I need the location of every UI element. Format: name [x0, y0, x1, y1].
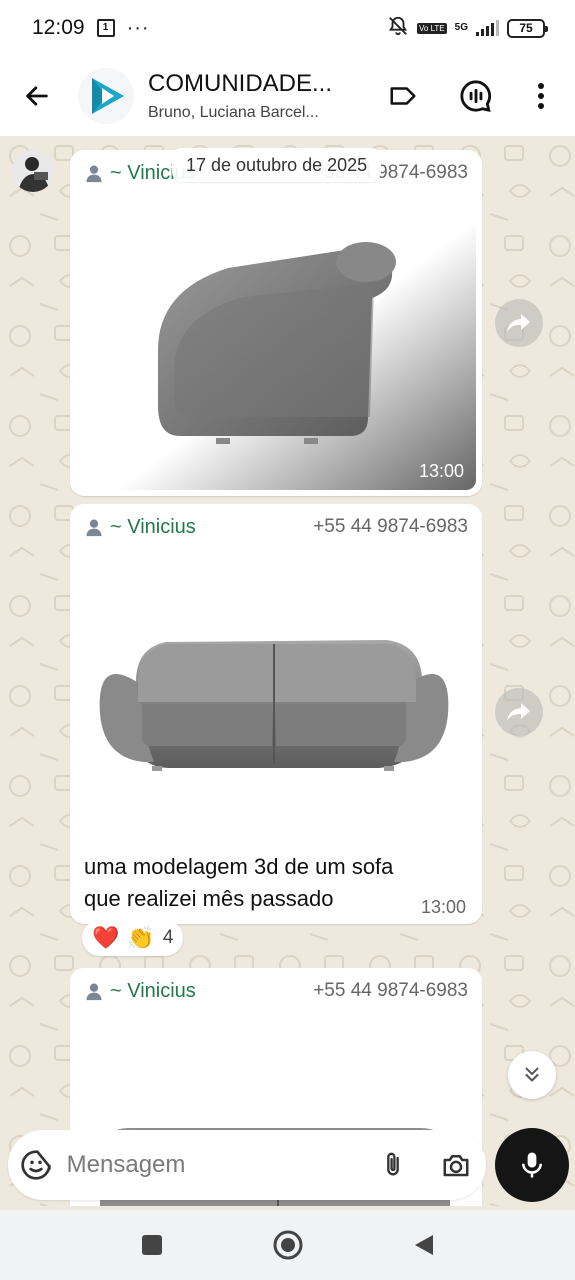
- message-input[interactable]: [66, 1151, 377, 1179]
- sofa-image: [76, 544, 476, 840]
- status-bar: 12:09 1 ··· Vo LTE 5G 75: [0, 0, 575, 56]
- message-reactions[interactable]: ❤️ 👏 4: [82, 920, 184, 956]
- armchair-image: [76, 190, 476, 490]
- sender-name[interactable]: ~ Vinicius: [84, 980, 196, 1003]
- label-tag-icon: [390, 87, 416, 105]
- group-members: Bruno, Luciana Barcel...: [148, 104, 319, 121]
- message-caption: uma modelagem 3d de um sofa que realizei…: [84, 854, 394, 911]
- forward-icon: [507, 314, 530, 332]
- media-image[interactable]: [76, 544, 476, 840]
- message-time: 13:00: [418, 461, 464, 481]
- reaction-count: 4: [162, 927, 174, 948]
- sender-avatar[interactable]: [12, 150, 54, 192]
- double-chevron-down-icon: [525, 1067, 539, 1082]
- square-icon: [141, 1235, 162, 1255]
- back-nav-button[interactable]: [404, 1225, 444, 1265]
- recents-button[interactable]: [132, 1225, 172, 1265]
- home-button[interactable]: [268, 1225, 308, 1265]
- circle-icon: [273, 1230, 302, 1260]
- battery-icon: 75: [507, 18, 548, 38]
- heart-reaction-icon: ❤️: [92, 925, 120, 951]
- person-icon: [86, 519, 102, 537]
- sticker-button[interactable]: [20, 1143, 53, 1187]
- camera-icon: [443, 1155, 469, 1177]
- sender-phone: +55 44 9874-6983: [313, 980, 468, 1001]
- triangle-back-icon: [414, 1235, 433, 1255]
- attach-button[interactable]: [377, 1143, 410, 1187]
- paperclip-icon: [387, 1152, 399, 1176]
- sender-name[interactable]: ~ Vinicius: [84, 516, 196, 539]
- scroll-to-bottom-button[interactable]: [508, 1051, 556, 1099]
- forward-button[interactable]: [495, 299, 543, 347]
- person-icon: [86, 165, 102, 183]
- message-bubble[interactable]: ~ Vinicius +55 44 9874-6983: [70, 504, 482, 924]
- date-chip: 17 de outubro de 2025: [172, 148, 382, 182]
- message-time: 13:00: [420, 897, 466, 917]
- more-notifications-icon: ···: [126, 16, 150, 39]
- sticker-icon: [21, 1150, 51, 1180]
- arrow-left-icon: [26, 86, 48, 106]
- group-avatar[interactable]: [78, 68, 134, 124]
- calendar-icon: 1: [96, 19, 115, 37]
- sender-phone: +55 44 9874-6983: [313, 516, 468, 537]
- more-vert-icon: [538, 83, 544, 109]
- clap-reaction-icon: 👏: [127, 925, 155, 951]
- compose-bar: [8, 1130, 486, 1200]
- mic-icon: [522, 1152, 542, 1178]
- message-header: ~ Vinicius +55 44 9874-6983: [84, 978, 468, 1004]
- message-header: ~ Vinicius +55 44 9874-6983: [84, 514, 468, 540]
- mic-button[interactable]: [495, 1128, 569, 1202]
- forward-icon: [507, 703, 530, 721]
- status-time: 12:09: [32, 16, 85, 39]
- system-nav-bar: [0, 1210, 575, 1280]
- chat-header: COMUNIDADE... Bruno, Luciana Barcel...: [0, 56, 575, 136]
- message-bubble[interactable]: ~ Vinicius +55 44 9874-6983 13:00: [70, 150, 482, 496]
- label-button[interactable]: [378, 56, 428, 136]
- person-icon: [86, 983, 102, 1001]
- voice-chat-button[interactable]: [451, 56, 501, 136]
- group-title: COMUNIDADE...: [148, 70, 333, 97]
- back-button[interactable]: [0, 56, 74, 136]
- menu-button[interactable]: [516, 56, 566, 136]
- network-type: 5G: [454, 22, 468, 33]
- group-info[interactable]: COMUNIDADE... Bruno, Luciana Barcel...: [148, 70, 368, 122]
- signal-icon: [476, 20, 499, 36]
- muted-bell-icon: [387, 15, 409, 42]
- forward-button[interactable]: [495, 688, 543, 736]
- brand-logo-icon: [92, 78, 124, 114]
- camera-button[interactable]: [439, 1143, 472, 1187]
- media-image[interactable]: 13:00: [76, 190, 476, 490]
- volte-badge: Vo LTE: [417, 22, 447, 34]
- chat-area[interactable]: ~ Vinicius +55 44 9874-6983 13:00 17 de …: [0, 136, 575, 1206]
- voice-chat-icon: [460, 80, 492, 113]
